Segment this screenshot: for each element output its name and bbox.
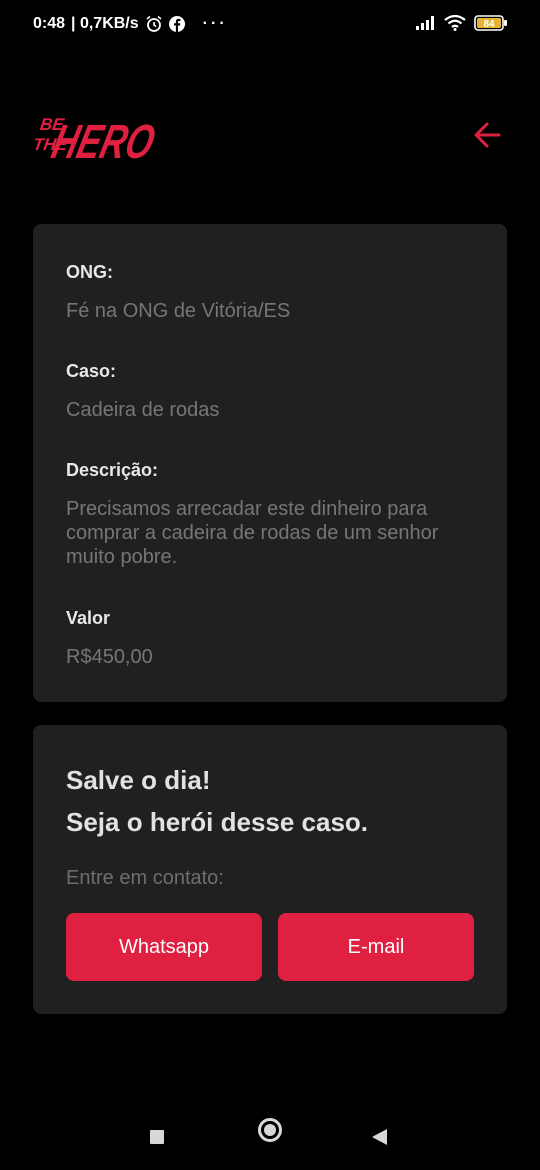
be-the-hero-logo: BE THE HERO xyxy=(32,104,173,171)
signal-icon xyxy=(416,16,436,30)
status-right: 84 xyxy=(416,15,508,31)
battery-level: 84 xyxy=(483,19,495,30)
alarm-icon xyxy=(145,15,163,33)
wifi-icon xyxy=(444,15,466,31)
incident-card: ONG: Fé na ONG de Vitória/ES Caso: Cadei… xyxy=(33,224,507,702)
home-button[interactable] xyxy=(258,1118,282,1142)
system-nav-bar xyxy=(0,1100,540,1170)
email-button[interactable]: E-mail xyxy=(278,913,474,981)
system-back-button[interactable] xyxy=(372,1129,387,1145)
status-speed: | 0,7KB/s xyxy=(71,15,139,32)
status-bar: 0:48 | 0,7KB/s ··· 84 xyxy=(0,0,540,50)
status-more: ··· xyxy=(202,15,228,32)
ong-value: Fé na ONG de Vitória/ES xyxy=(66,300,291,322)
status-left: 0:48 | 0,7KB/s ··· xyxy=(33,15,228,33)
arrow-left-icon xyxy=(474,122,501,148)
descricao-label: Descrição: xyxy=(66,460,159,480)
contact-label: Entre em contato: xyxy=(66,867,224,889)
contact-title-line2: Seja o herói desse caso. xyxy=(66,807,369,837)
whatsapp-button[interactable]: Whatsapp xyxy=(66,913,262,981)
header: BE THE HERO xyxy=(32,104,507,171)
battery-icon: 84 xyxy=(474,15,508,31)
contact-card: Salve o dia! Seja o herói desse caso. En… xyxy=(33,725,507,1014)
back-button[interactable] xyxy=(473,120,503,150)
facebook-icon xyxy=(168,16,185,32)
descricao-value: Precisamos arrecadar este dinheiro para … xyxy=(66,498,439,568)
logo-hero: HERO xyxy=(47,116,160,166)
ong-label: ONG: xyxy=(66,262,113,282)
recent-apps-button[interactable] xyxy=(150,1130,164,1144)
home-icon xyxy=(264,1124,276,1136)
valor-label: Valor xyxy=(66,608,111,628)
status-time: 0:48 xyxy=(33,15,66,32)
contact-title-line1: Salve o dia! xyxy=(66,765,211,795)
caso-value: Cadeira de rodas xyxy=(66,399,220,421)
caso-label: Caso: xyxy=(66,361,117,381)
valor-value: R$450,00 xyxy=(66,646,153,668)
